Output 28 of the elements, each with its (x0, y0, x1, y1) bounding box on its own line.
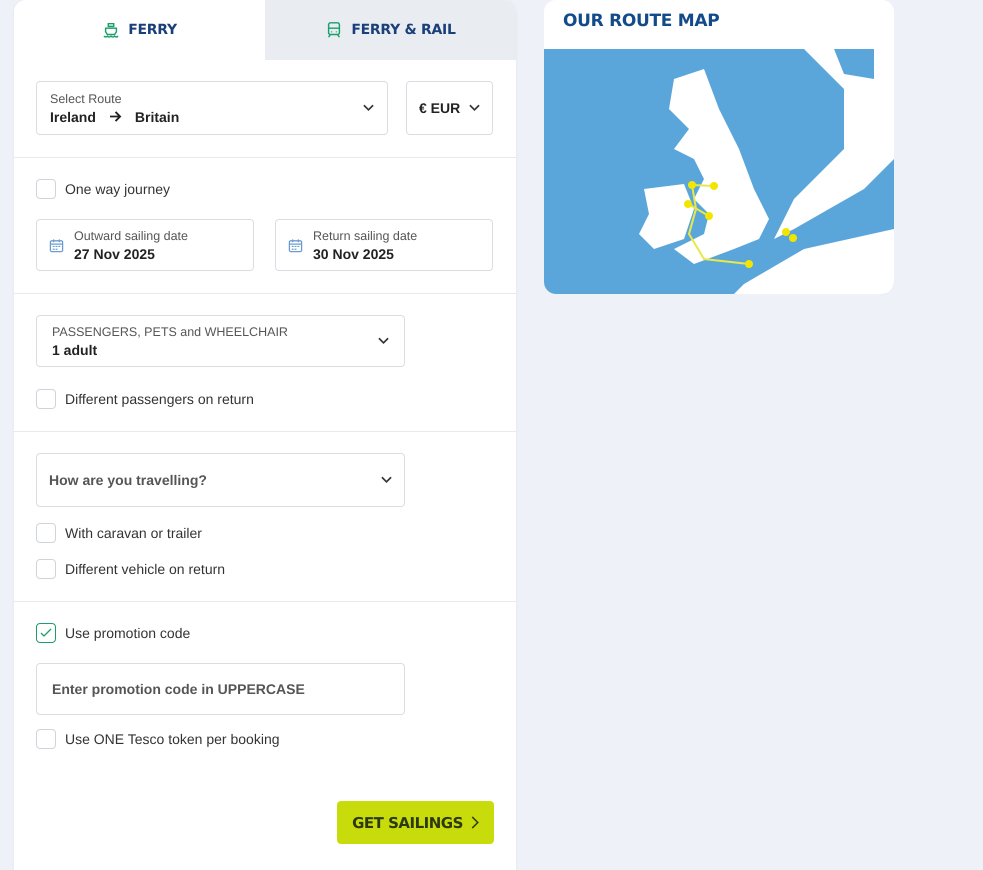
tab[interactable]: FERRY & RAIL (265, 0, 516, 60)
checkbox-label: Use promotion code (65, 625, 190, 641)
passengers-select[interactable]: PASSENGERS, PETS and WHEELCHAIR 1 adult (36, 315, 405, 367)
chevron-icon (469, 104, 480, 112)
promo-code-field[interactable]: Enter promotion code in UPPERCASE (36, 663, 405, 715)
tab[interactable]: FERRY (14, 0, 265, 60)
checkbox-label: One way journey (65, 181, 170, 197)
checkbox-label: Use ONE Tesco token per booking (65, 731, 280, 747)
arrow-icon (108, 111, 122, 122)
checkbox-label: Different passengers on return (65, 391, 254, 407)
calendar-icon (288, 238, 303, 252)
get-sailings-button[interactable]: GET SAILINGS (337, 801, 494, 844)
route-map-title: OUR ROUTE MAP (562, 10, 720, 33)
date-field[interactable]: Outward sailing date 27 Nov 2025 (36, 219, 254, 271)
check-icon (40, 628, 52, 638)
calendar-icon (49, 238, 64, 252)
date-field[interactable]: Return sailing date 30 Nov 2025 (275, 219, 493, 271)
chevron-icon (470, 816, 479, 829)
route-select[interactable]: Select Route Ireland Britain (36, 81, 388, 135)
chevron-icon (363, 104, 374, 112)
chevron-icon (381, 476, 392, 484)
currency-select[interactable]: € EUR (406, 81, 493, 135)
ship-icon (102, 21, 120, 39)
checkbox-label: Different vehicle on return (65, 561, 226, 577)
checkbox[interactable] (36, 623, 56, 643)
checkbox-label: With caravan or trailer (65, 525, 202, 541)
travel-select[interactable]: How are you travelling? (36, 453, 405, 507)
chevron-icon (378, 337, 389, 345)
